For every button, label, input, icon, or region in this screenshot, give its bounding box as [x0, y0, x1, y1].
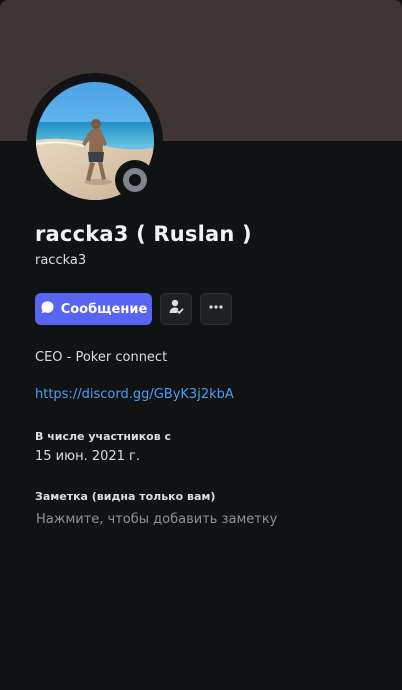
message-button-label: Сообщение — [60, 301, 148, 317]
note-input[interactable]: Нажмите, чтобы добавить заметку — [32, 508, 362, 532]
invite-link[interactable]: https://discord.gg/GByK3j2kbA — [35, 387, 234, 402]
display-name: raccka3 ( Ruslan ) — [35, 222, 252, 246]
profile-bio: CEO - Poker connect — [35, 350, 168, 365]
more-options-button[interactable] — [200, 293, 232, 325]
friend-status-button[interactable] — [160, 293, 192, 325]
note-label: Заметка (видна только вам) — [35, 490, 216, 503]
member-since-label: В числе участников с — [35, 430, 172, 443]
chat-bubble-icon — [40, 300, 55, 319]
person-check-icon — [167, 298, 185, 320]
offline-status-icon — [123, 168, 147, 192]
more-dots-icon — [208, 299, 224, 319]
member-since-date: 15 июн. 2021 г. — [35, 449, 141, 464]
username: raccka3 — [35, 253, 87, 268]
message-button[interactable]: Сообщение — [35, 293, 152, 325]
user-profile-card: raccka3 ( Ruslan ) raccka3 Сообщение CEO… — [0, 0, 402, 690]
